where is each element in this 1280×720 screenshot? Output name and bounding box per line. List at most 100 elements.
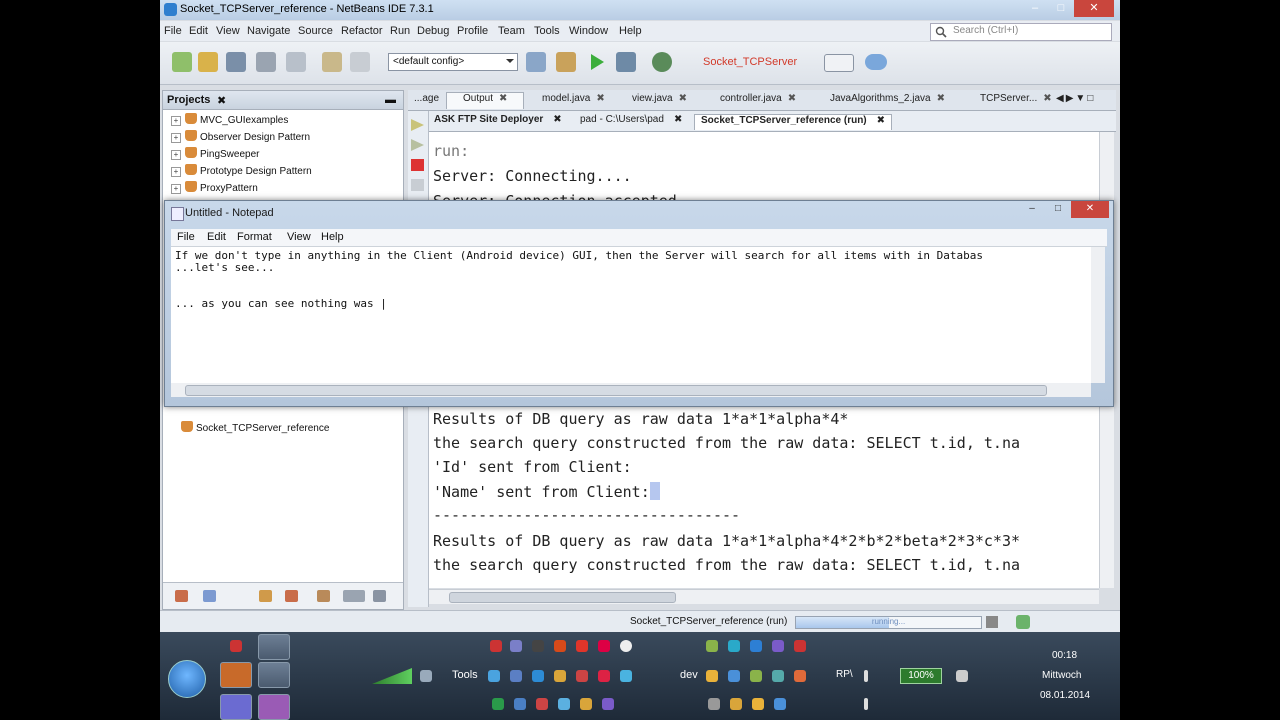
tray-icon[interactable] bbox=[864, 698, 868, 710]
new-project-icon[interactable] bbox=[198, 52, 218, 72]
tab-scroll-controls[interactable]: ◀▶▼□ bbox=[1056, 93, 1095, 109]
clean-build-icon[interactable] bbox=[556, 52, 576, 72]
tray-icon[interactable] bbox=[750, 670, 762, 682]
tool-icon[interactable] bbox=[317, 590, 330, 602]
rerun-different-icon[interactable] bbox=[411, 139, 424, 151]
menu-window[interactable]: Window bbox=[569, 25, 608, 37]
tray-icon[interactable] bbox=[956, 670, 968, 682]
notepad-minimize-button[interactable]: – bbox=[1019, 201, 1045, 218]
start-button[interactable] bbox=[168, 660, 206, 698]
menu-file[interactable]: File bbox=[164, 25, 182, 37]
open-project-icon[interactable] bbox=[226, 52, 246, 72]
tab-pad[interactable]: pad - C:\Users\pad ✖ bbox=[580, 114, 682, 129]
run-icon[interactable] bbox=[588, 52, 606, 72]
tool-icon[interactable] bbox=[373, 590, 386, 602]
tray-icon[interactable] bbox=[794, 640, 806, 652]
profile-icon[interactable] bbox=[652, 52, 672, 72]
cancel-task-icon[interactable] bbox=[986, 616, 998, 628]
tool-icon[interactable] bbox=[259, 590, 272, 602]
tray-icon[interactable] bbox=[728, 640, 740, 652]
taskbar-app-button[interactable] bbox=[258, 634, 290, 660]
minimize-button[interactable]: – bbox=[1022, 0, 1048, 17]
notepad-vertical-scrollbar[interactable] bbox=[1091, 247, 1105, 383]
tab-javaalgorithms[interactable]: JavaAlgorithms_2.java ✖ bbox=[818, 93, 945, 109]
maximize-button[interactable]: □ bbox=[1048, 0, 1074, 17]
taskbar-app-button[interactable] bbox=[220, 694, 252, 720]
tray-icon[interactable] bbox=[510, 670, 522, 682]
save-all-icon[interactable] bbox=[256, 52, 276, 72]
tab-controller-java[interactable]: controller.java ✖ bbox=[708, 93, 796, 109]
tray-icon[interactable] bbox=[598, 640, 610, 652]
tray-icon[interactable] bbox=[794, 670, 806, 682]
scroll-thumb[interactable] bbox=[185, 385, 1047, 396]
tray-icon[interactable] bbox=[620, 640, 632, 652]
tray-icon[interactable] bbox=[602, 698, 614, 710]
tool-icon[interactable] bbox=[203, 590, 216, 602]
tab-age[interactable]: ...age bbox=[414, 93, 439, 109]
tray-icon[interactable] bbox=[554, 640, 566, 652]
notifications-icon[interactable] bbox=[1016, 615, 1030, 629]
tray-icon[interactable] bbox=[230, 640, 242, 652]
tab-output[interactable]: Output ✖ bbox=[446, 92, 524, 109]
notepad-text-area[interactable]: If we don't type in anything in the Clie… bbox=[171, 247, 1091, 383]
notepad-close-button[interactable]: ✕ bbox=[1071, 201, 1109, 218]
menu-help[interactable]: Help bbox=[619, 25, 642, 37]
tab-tcpserver[interactable]: TCPServer... ✖ bbox=[968, 93, 1052, 109]
tool-icon[interactable] bbox=[343, 590, 365, 602]
menu-view[interactable]: View bbox=[216, 25, 240, 37]
rerun-icon[interactable] bbox=[411, 119, 424, 131]
tool-icon[interactable] bbox=[175, 590, 188, 602]
tray-icon[interactable] bbox=[488, 670, 500, 682]
tray-icon[interactable] bbox=[490, 640, 502, 652]
taskbar-app-button[interactable] bbox=[258, 662, 290, 688]
navigator-item[interactable]: Socket_TCPServer_reference bbox=[181, 421, 329, 434]
close-icon[interactable] bbox=[286, 52, 306, 72]
tray-icon[interactable] bbox=[706, 640, 718, 652]
tray-icon[interactable] bbox=[708, 698, 720, 710]
tree-item[interactable]: + PingSweeper bbox=[171, 147, 259, 160]
tray-icon[interactable] bbox=[580, 698, 592, 710]
clock-time[interactable]: 00:18 bbox=[1052, 650, 1077, 661]
tray-icon[interactable] bbox=[706, 670, 718, 682]
tray-icon[interactable] bbox=[576, 640, 588, 652]
wifi-icon[interactable] bbox=[420, 670, 432, 682]
tray-icon[interactable] bbox=[554, 670, 566, 682]
tree-item[interactable]: + Prototype Design Pattern bbox=[171, 164, 312, 177]
clear-icon[interactable] bbox=[411, 179, 424, 191]
tray-icon[interactable] bbox=[558, 698, 570, 710]
tray-icon[interactable] bbox=[598, 670, 610, 682]
new-file-icon[interactable] bbox=[172, 52, 192, 72]
notepad-maximize-button[interactable]: □ bbox=[1045, 201, 1071, 218]
menu-source[interactable]: Source bbox=[298, 25, 333, 37]
close-pane-icon[interactable]: ✖ bbox=[217, 94, 226, 107]
tray-icon[interactable] bbox=[510, 640, 522, 652]
build-hammer-icon[interactable] bbox=[526, 52, 546, 72]
tree-item[interactable]: + Observer Design Pattern bbox=[171, 130, 310, 143]
scroll-thumb[interactable] bbox=[449, 592, 676, 603]
minimize-pane-icon[interactable]: ▬ bbox=[385, 94, 396, 106]
undo-icon[interactable] bbox=[322, 52, 342, 72]
stop-icon[interactable] bbox=[411, 159, 424, 171]
tool-icon[interactable] bbox=[285, 590, 298, 602]
tab-model-java[interactable]: model.java ✖ bbox=[530, 93, 605, 109]
gc-icon[interactable] bbox=[865, 54, 887, 70]
tree-item[interactable]: + MVC_GUIexamples bbox=[171, 113, 288, 126]
menu-debug[interactable]: Debug bbox=[417, 25, 449, 37]
search-input[interactable]: Search (Ctrl+I) bbox=[930, 23, 1112, 41]
tray-icon[interactable] bbox=[774, 698, 786, 710]
tray-icon[interactable] bbox=[864, 670, 868, 682]
tray-icon[interactable] bbox=[750, 640, 762, 652]
tree-item[interactable]: + ProxyPattern bbox=[171, 181, 258, 194]
taskbar-app-button[interactable] bbox=[258, 694, 290, 720]
taskbar-app-button[interactable] bbox=[220, 662, 252, 688]
tray-icon[interactable] bbox=[730, 698, 742, 710]
tray-icon[interactable] bbox=[514, 698, 526, 710]
redo-icon[interactable] bbox=[350, 52, 370, 72]
tab-socket-run[interactable]: Socket_TCPServer_reference (run) ✖ bbox=[694, 114, 893, 130]
tray-icon[interactable] bbox=[772, 670, 784, 682]
menu-edit[interactable]: Edit bbox=[189, 25, 208, 37]
tray-icon[interactable] bbox=[752, 698, 764, 710]
tray-icon[interactable] bbox=[492, 698, 504, 710]
tray-icon[interactable] bbox=[536, 698, 548, 710]
notepad-menu-help[interactable]: Help bbox=[321, 231, 344, 243]
